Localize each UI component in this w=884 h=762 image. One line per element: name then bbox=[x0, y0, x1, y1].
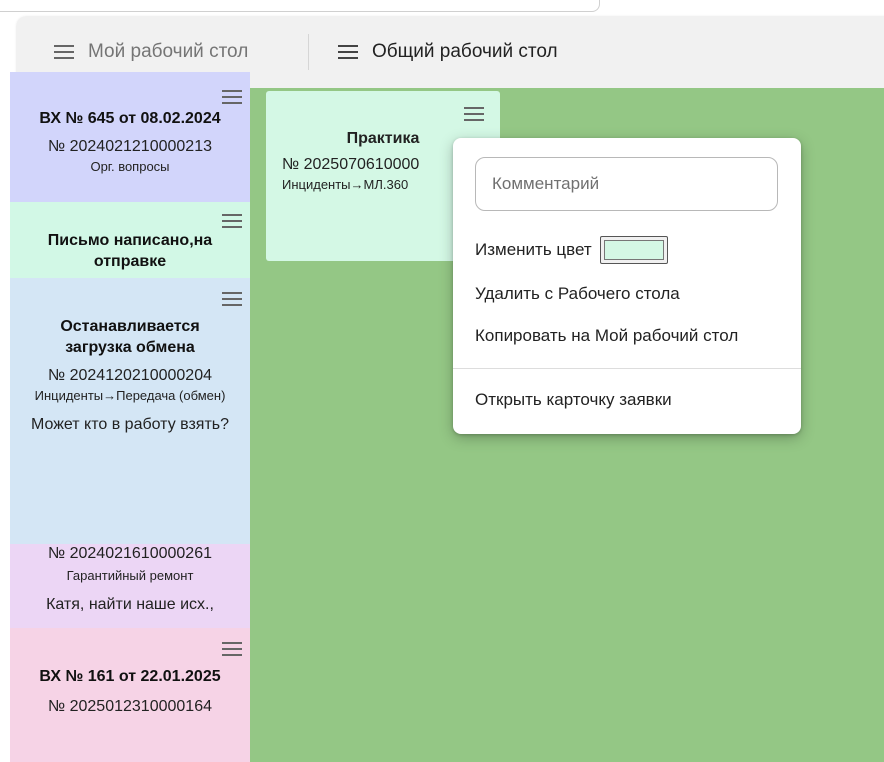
change-color-label: Изменить цвет bbox=[475, 240, 592, 259]
ticket-card[interactable]: Останавливается загрузка обмена № 202412… bbox=[10, 278, 250, 544]
card-menu-icon[interactable] bbox=[222, 642, 242, 656]
card-category: Орг. вопросы bbox=[90, 159, 170, 174]
card-category: Гарантийный ремонт bbox=[66, 568, 194, 583]
card-title: ВХ № 645 от 08.02.2024 bbox=[39, 110, 221, 127]
open-ticket-card-item[interactable]: Открыть карточку заявки bbox=[475, 390, 672, 410]
ticket-card[interactable]: ВХ № 645 от 08.02.2024 № 202402121000021… bbox=[10, 72, 250, 202]
ticket-card[interactable]: Письмо написано,на отправке bbox=[10, 202, 250, 278]
comment-input[interactable] bbox=[475, 157, 778, 211]
card-title: Письмо написано,на отправке bbox=[47, 232, 213, 270]
color-swatch[interactable] bbox=[599, 236, 668, 264]
card-number: № 2024021210000213 bbox=[48, 138, 212, 155]
card-number: № 2024120210000204 bbox=[48, 367, 212, 384]
card-menu-icon[interactable] bbox=[222, 214, 242, 228]
menu-icon bbox=[338, 45, 358, 59]
card-context-menu: Изменить цвет Удалить с Рабочего стола К… bbox=[453, 138, 801, 434]
ticket-card[interactable]: ВХ № 161 от 22.01.2025 № 202501231000016… bbox=[10, 628, 250, 762]
card-menu-icon[interactable] bbox=[464, 107, 484, 121]
card-column: ВХ № 645 от 08.02.2024 № 202402121000021… bbox=[10, 72, 250, 762]
tab-divider bbox=[308, 34, 309, 70]
change-color-item[interactable]: Изменить цвет bbox=[475, 236, 668, 264]
copy-to-my-desktop-item[interactable]: Копировать на Мой рабочий стол bbox=[475, 326, 738, 346]
card-menu-icon[interactable] bbox=[222, 292, 242, 306]
tab-common-desktop-label: Общий рабочий стол bbox=[372, 41, 558, 62]
card-comment: Катя, найти наше исх., bbox=[46, 596, 214, 613]
menu-divider bbox=[453, 368, 801, 369]
card-menu-icon[interactable] bbox=[222, 90, 242, 104]
tab-common-desktop[interactable]: Общий рабочий стол bbox=[338, 16, 558, 88]
menu-icon bbox=[54, 45, 74, 59]
card-number: № 2025012310000164 bbox=[48, 698, 212, 715]
card-comment: Может кто в работу взять? bbox=[30, 416, 230, 433]
remove-from-desktop-item[interactable]: Удалить с Рабочего стола bbox=[475, 284, 680, 304]
tab-my-desktop-label: Мой рабочий стол bbox=[88, 41, 249, 62]
card-title: Останавливается загрузка обмена bbox=[60, 318, 200, 356]
card-title: ВХ № 161 от 22.01.2025 bbox=[39, 668, 221, 685]
ticket-card[interactable]: № 2024021610000261 Гарантийный ремонт Ка… bbox=[10, 544, 250, 628]
card-number: № 2024021610000261 bbox=[48, 545, 212, 562]
card-category: Инциденты→Передача (обмен) bbox=[34, 388, 226, 403]
top-search-edge bbox=[0, 0, 600, 12]
